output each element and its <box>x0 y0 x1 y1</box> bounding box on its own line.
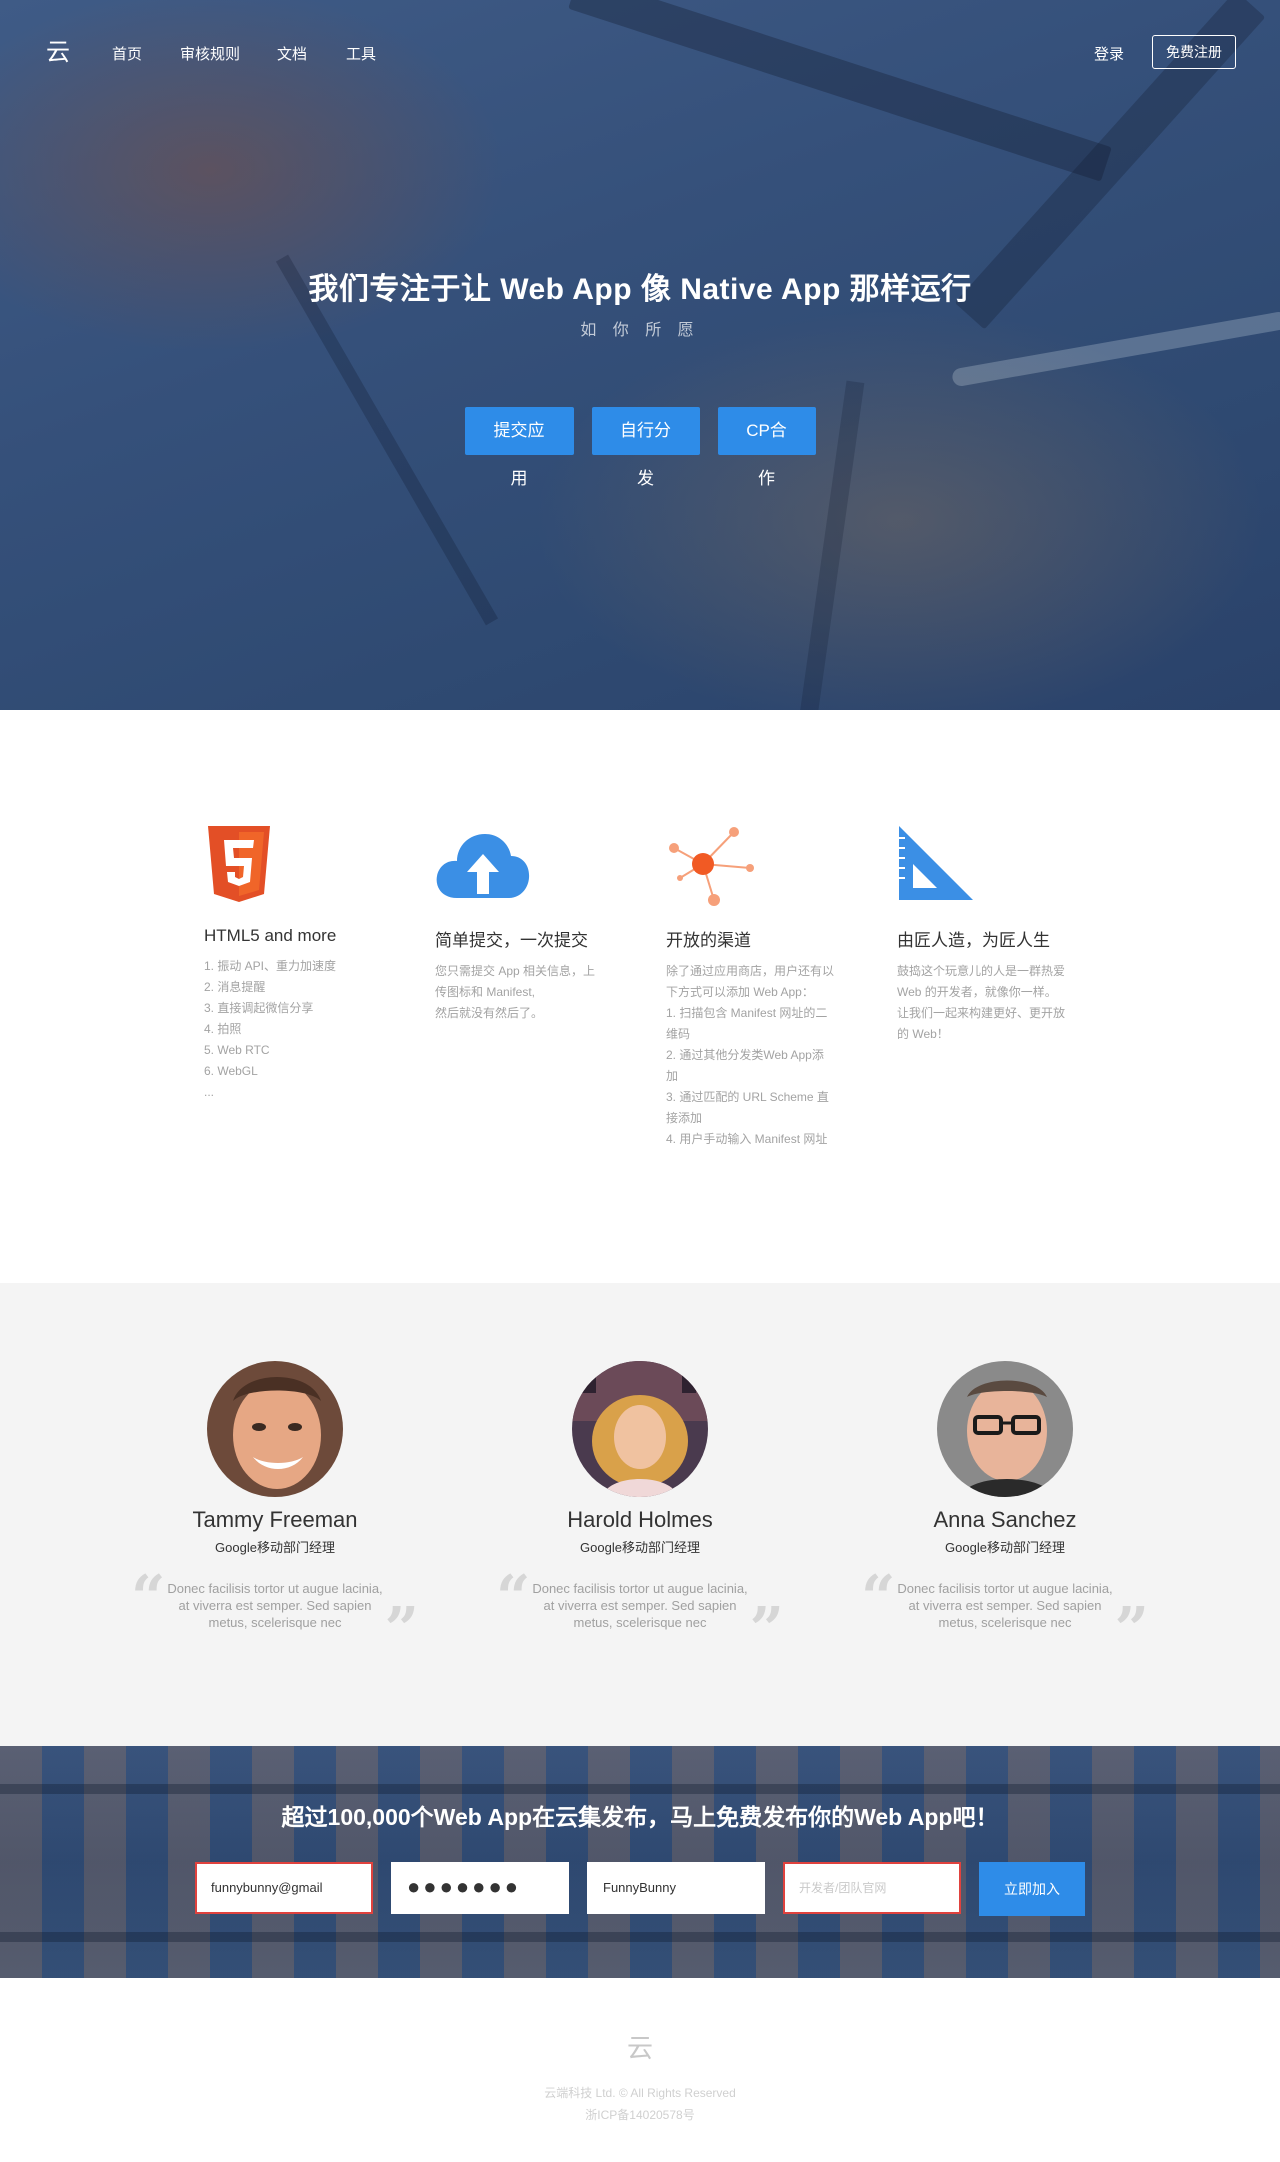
feature-title: HTML5 and more <box>204 926 337 945</box>
feature-line: Web 的开发者，就像你一样。 <box>897 985 1057 999</box>
email-field[interactable]: funnybunny@gmail <box>195 1862 373 1914</box>
feature-line: 然后就没有然后了。 <box>435 1006 544 1020</box>
testimonial-quote-text: Donec facilisis tortor ut augue lacinia,… <box>532 1581 748 1630</box>
nav-link-review-rules[interactable]: 审核规则 <box>180 43 240 64</box>
feature-line: 3. 通过匹配的 URL Scheme 直 <box>666 1090 829 1104</box>
feature-description: 您只需提交 App 相关信息，上 传图标和 Manifest, 然后就没有然后了… <box>435 961 625 1024</box>
submit-app-button[interactable]: 提交应用 <box>464 407 574 488</box>
testimonial-card: Tammy Freeman Google移动部门经理 “ Donec facil… <box>125 1361 425 1660</box>
footer: 云 云端科技 Ltd. © All Rights Reserved 浙ICP备1… <box>0 1978 1280 2162</box>
open-quote-icon: “ <box>861 1563 896 1633</box>
feature-line: 除了通过应用商店，用户还有以 <box>666 964 835 978</box>
cp-cooperation-button[interactable]: CP合作 <box>717 407 816 488</box>
testimonials-section: Tammy Freeman Google移动部门经理 “ Donec facil… <box>0 1283 1280 1746</box>
website-field[interactable]: 开发者/团队官网 <box>783 1862 961 1914</box>
avatar <box>207 1361 343 1497</box>
feature-line: 下方式可以添加 Web App： <box>666 985 814 999</box>
signup-cta-section: 超过100,000个Web App在云集发布，马上免费发布你的Web App吧！… <box>0 1746 1280 1978</box>
nav-link-docs[interactable]: 文档 <box>277 43 307 64</box>
testimonial-quote-text: Donec facilisis tortor ut augue lacinia,… <box>897 1581 1113 1630</box>
username-field[interactable]: FunnyBunny <box>587 1862 765 1914</box>
testimonial-quote-text: Donec facilisis tortor ut augue lacinia,… <box>167 1581 383 1630</box>
nav-link-home[interactable]: 首页 <box>112 43 142 64</box>
feature-line: 2. 通过其他分发类Web App添 <box>666 1048 824 1062</box>
avatar <box>937 1361 1073 1497</box>
feature-line: 维码 <box>666 1027 691 1041</box>
hero-subtitle: 如 你 所 愿 <box>580 322 700 339</box>
testimonial-card: Anna Sanchez Google移动部门经理 “ Donec facili… <box>855 1361 1155 1660</box>
background-shelf <box>0 1784 1280 1794</box>
background-shelf <box>0 1932 1280 1942</box>
signup-form: funnybunny@gmail ●●●●●●● FunnyBunny 开发者/… <box>195 1862 1085 1916</box>
network-nodes-icon <box>666 824 754 906</box>
testimonial-name: Anna Sanchez <box>933 1507 1077 1532</box>
feature-simple-submit: 简单提交，一次提交 您只需提交 App 相关信息，上 传图标和 Manifest… <box>435 824 625 1024</box>
top-navigation: 云 首页 审核规则 文档 工具 登录 免费注册 <box>0 0 1280 104</box>
hero-title: 我们专注于让 Web App 像 Native App 那样运行 <box>308 273 972 306</box>
feature-open-channels: 开放的渠道 除了通过应用商店，用户还有以 下方式可以添加 Web App： 1.… <box>666 824 856 1150</box>
close-quote-icon: ” <box>749 1595 784 1665</box>
testimonial-name: Harold Holmes <box>567 1507 713 1532</box>
footer-icp-license[interactable]: 浙ICP备14020578号 <box>0 2106 1280 2123</box>
feature-line: 1. 扫描包含 Manifest 网址的二 <box>666 1006 828 1020</box>
feature-description: 1. 振动 API、重力加速度 2. 消息提醒 3. 直接调起微信分享 4. 拍… <box>204 956 394 1103</box>
nav-link-tools[interactable]: 工具 <box>346 43 376 64</box>
feature-line: ... <box>204 1085 215 1099</box>
feature-line: 您只需提交 App 相关信息，上 <box>435 964 596 978</box>
footer-copyright: 云端科技 Ltd. © All Rights Reserved <box>544 2086 736 2100</box>
close-quote-icon: ” <box>384 1595 419 1665</box>
footer-cloud-logo-icon: 云 <box>626 2034 653 2064</box>
set-square-icon <box>897 824 977 904</box>
feature-title: 开放的渠道 <box>666 931 751 950</box>
testimonial-card: Harold Holmes Google移动部门经理 “ Donec facil… <box>490 1361 790 1660</box>
feature-line: 接添加 <box>666 1111 703 1125</box>
cta-title: 超过100,000个Web App在云集发布，马上免费发布你的Web App吧！ <box>281 1804 999 1830</box>
signup-button[interactable]: 免费注册 <box>1152 35 1236 69</box>
feature-line: 4. 拍照 <box>204 1022 242 1036</box>
cloud-logo-icon[interactable]: 云 <box>44 38 72 66</box>
open-quote-icon: “ <box>131 1563 166 1633</box>
feature-title: 由匠人造，为匠人生 <box>897 931 1050 950</box>
testimonial-quote: “ Donec facilisis tortor ut augue lacini… <box>855 1568 1155 1660</box>
testimonial-quote: “ Donec facilisis tortor ut augue lacini… <box>490 1568 790 1660</box>
feature-line: 加 <box>666 1069 679 1083</box>
feature-html5: HTML5 and more 1. 振动 API、重力加速度 2. 消息提醒 3… <box>204 824 394 1103</box>
testimonial-role: Google移动部门经理 <box>580 1540 700 1555</box>
hero-button-group: 提交应用 自行分发 CP合作 <box>0 407 1280 488</box>
hero-section: 云 首页 审核规则 文档 工具 登录 免费注册 我们专注于让 Web App 像… <box>0 0 1280 710</box>
self-distribute-button[interactable]: 自行分发 <box>591 407 700 488</box>
join-now-button[interactable]: 立即加入 <box>979 1862 1085 1916</box>
feature-description: 鼓捣这个玩意儿的人是一群热爱 Web 的开发者，就像你一样。 让我们一起来构建更… <box>897 961 1087 1045</box>
avatar <box>572 1361 708 1497</box>
feature-title: 简单提交，一次提交 <box>435 931 588 950</box>
feature-description: 除了通过应用商店，用户还有以 下方式可以添加 Web App： 1. 扫描包含 … <box>666 961 856 1150</box>
feature-line: 5. Web RTC <box>204 1043 270 1057</box>
feature-line: 2. 消息提醒 <box>204 980 266 994</box>
testimonial-name: Tammy Freeman <box>192 1507 358 1532</box>
features-section: HTML5 and more 1. 振动 API、重力加速度 2. 消息提醒 3… <box>0 710 1280 1283</box>
close-quote-icon: ” <box>1114 1595 1149 1665</box>
open-quote-icon: “ <box>496 1563 531 1633</box>
login-link[interactable]: 登录 <box>1094 43 1124 64</box>
feature-line: 6. WebGL <box>204 1064 258 1078</box>
cloud-upload-icon <box>435 824 530 904</box>
testimonial-quote: “ Donec facilisis tortor ut augue lacini… <box>125 1568 425 1660</box>
feature-line: 的 Web！ <box>897 1027 949 1041</box>
feature-craftsman: 由匠人造，为匠人生 鼓捣这个玩意儿的人是一群热爱 Web 的开发者，就像你一样。… <box>897 824 1087 1045</box>
html5-icon <box>204 824 284 904</box>
password-field[interactable]: ●●●●●●● <box>391 1862 569 1914</box>
feature-line: 3. 直接调起微信分享 <box>204 1001 314 1015</box>
feature-line: 1. 振动 API、重力加速度 <box>204 959 337 973</box>
testimonial-role: Google移动部门经理 <box>215 1540 335 1555</box>
feature-line: 4. 用户手动输入 Manifest 网址 <box>666 1132 828 1146</box>
feature-line: 鼓捣这个玩意儿的人是一群热爱 <box>897 964 1066 978</box>
testimonial-role: Google移动部门经理 <box>945 1540 1065 1555</box>
feature-line: 传图标和 Manifest, <box>435 985 536 999</box>
feature-line: 让我们一起来构建更好、更开放 <box>897 1006 1066 1020</box>
